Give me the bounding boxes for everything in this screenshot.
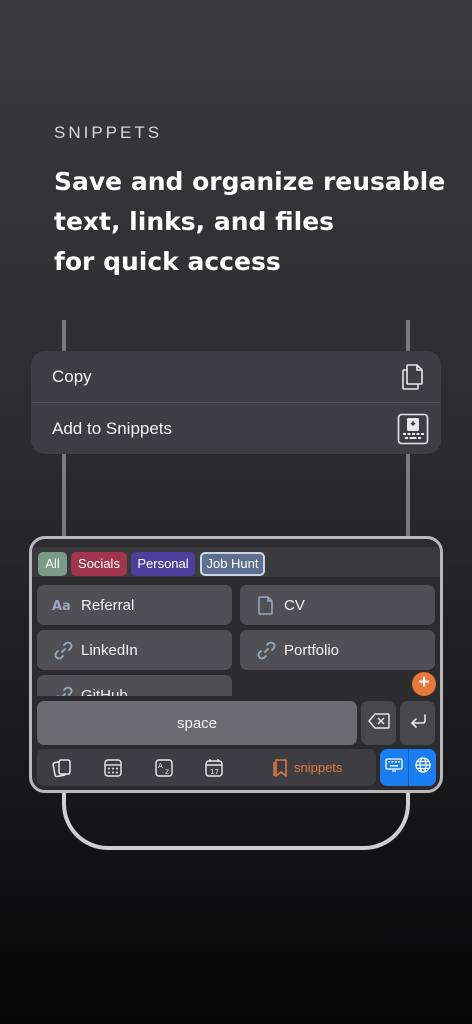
snippets-tab[interactable]: snippets xyxy=(273,749,342,786)
headline-line-2: text, links, and files xyxy=(54,207,335,236)
snippet-label: GitHub xyxy=(81,686,128,697)
svg-text:Aa: Aa xyxy=(52,599,71,613)
snippets-keyboard: All Socials Personal Job Hunt Aa Referra… xyxy=(29,536,443,793)
headline-line-1: Save and organize reusable xyxy=(54,167,446,196)
menu-item-add-to-snippets[interactable]: Add to Snippets xyxy=(31,402,441,454)
menu-item-label: Add to Snippets xyxy=(52,418,173,438)
text-icon: Aa xyxy=(52,594,74,616)
bookmark-icon xyxy=(273,758,287,777)
file-icon xyxy=(255,594,277,616)
delete-key[interactable] xyxy=(361,701,396,745)
snippet-linkedin[interactable]: LinkedIn xyxy=(37,630,232,670)
snippet-label: Portfolio xyxy=(284,641,340,659)
link-icon xyxy=(52,639,74,661)
tag-personal[interactable]: Personal xyxy=(131,552,195,576)
headline-line-3: for quick access xyxy=(54,247,281,276)
snippet-cv[interactable]: CV xyxy=(240,585,435,625)
add-to-snippets-icon xyxy=(396,412,430,446)
tag-bar: All Socials Personal Job Hunt xyxy=(32,547,440,577)
calendar-day: 17 xyxy=(210,768,219,776)
bottom-toolbar: A Z 17 snippets xyxy=(37,749,376,786)
headline: Save and organize reusable text, links, … xyxy=(54,162,454,282)
menu-item-label: Copy xyxy=(52,366,92,386)
snippet-label: CV xyxy=(284,596,305,614)
add-snippet-button[interactable]: + xyxy=(412,672,436,696)
return-icon xyxy=(409,713,427,733)
snippet-label: Referral xyxy=(81,596,135,614)
keyboard-switch-button[interactable] xyxy=(380,749,408,786)
snippet-grid: Aa Referral CV LinkedIn Portfolio GitHub xyxy=(32,581,440,696)
clipboard-stack-icon[interactable] xyxy=(51,757,73,779)
tag-socials[interactable]: Socials xyxy=(71,552,127,576)
translate-icon[interactable]: A Z xyxy=(153,757,175,779)
snippets-tab-label: snippets xyxy=(294,760,343,775)
globe-icon xyxy=(414,757,431,778)
svg-text:Z: Z xyxy=(165,769,169,776)
snippet-label: LinkedIn xyxy=(81,641,138,659)
context-menu: Copy Add to Snippets xyxy=(31,351,441,454)
snippet-portfolio[interactable]: Portfolio xyxy=(240,630,435,670)
space-key[interactable]: space xyxy=(37,701,357,745)
link-icon xyxy=(52,684,74,696)
keyboard-icon xyxy=(385,758,403,777)
copy-icon xyxy=(396,360,430,394)
tag-all[interactable]: All xyxy=(38,552,67,576)
backspace-icon xyxy=(367,712,390,734)
menu-item-copy[interactable]: Copy xyxy=(31,351,441,402)
snippet-referral[interactable]: Aa Referral xyxy=(37,585,232,625)
globe-button[interactable] xyxy=(408,749,436,786)
tag-job-hunt[interactable]: Job Hunt xyxy=(200,552,265,576)
snippet-github[interactable]: GitHub xyxy=(37,675,232,696)
link-icon xyxy=(255,639,277,661)
svg-text:A: A xyxy=(158,762,163,770)
return-key[interactable] xyxy=(400,701,435,745)
eyebrow-label: SNIPPETS xyxy=(54,123,163,142)
keyboard-switch-group xyxy=(380,749,436,786)
calculator-icon[interactable] xyxy=(102,757,124,779)
calendar-icon[interactable]: 17 xyxy=(203,757,225,779)
